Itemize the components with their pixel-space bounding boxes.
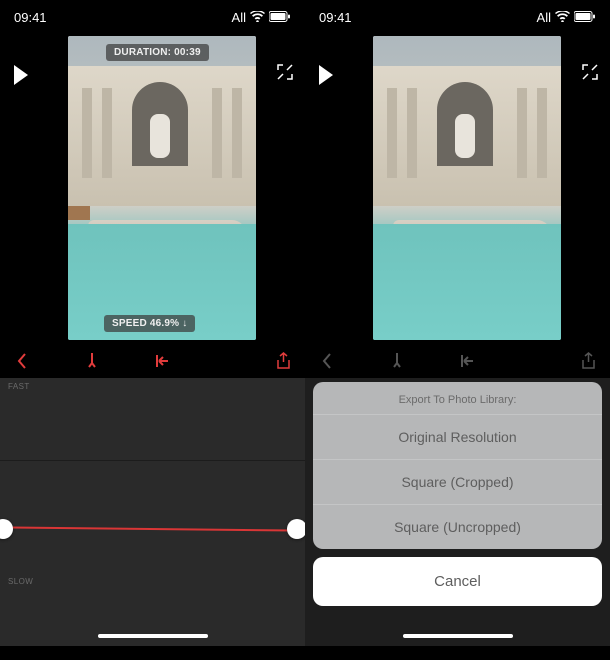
trim-tool-icon[interactable] bbox=[82, 351, 102, 371]
wifi-icon bbox=[250, 10, 265, 25]
export-square-cropped[interactable]: Square (Cropped) bbox=[313, 459, 602, 504]
home-indicator bbox=[98, 634, 208, 638]
status-time: 09:41 bbox=[14, 10, 47, 25]
video-thumbnail[interactable]: DURATION: 00:39 SPEED 46.9% ↓ bbox=[68, 36, 256, 340]
speed-curve[interactable] bbox=[0, 526, 305, 531]
handle-end[interactable] bbox=[287, 519, 305, 539]
expand-icon[interactable] bbox=[277, 64, 293, 85]
phone-right: 09:41 All bbox=[305, 0, 610, 660]
phone-left: 09:41 All bbox=[0, 0, 305, 660]
status-icons: All bbox=[537, 10, 596, 25]
status-bar: 09:41 All bbox=[0, 0, 305, 28]
editor-toolbar bbox=[0, 344, 305, 378]
fast-label: FAST bbox=[8, 382, 30, 391]
wifi-icon bbox=[555, 10, 570, 25]
status-bar: 09:41 All bbox=[305, 0, 610, 28]
back-button[interactable] bbox=[12, 351, 32, 371]
skip-to-start-icon bbox=[457, 351, 477, 371]
expand-icon[interactable] bbox=[582, 64, 598, 85]
home-indicator bbox=[403, 634, 513, 638]
cancel-button[interactable]: Cancel bbox=[313, 557, 602, 606]
export-action-sheet: Export To Photo Library: Original Resolu… bbox=[313, 382, 602, 606]
status-time: 09:41 bbox=[319, 10, 352, 25]
video-thumbnail[interactable] bbox=[373, 36, 561, 340]
export-square-uncropped[interactable]: Square (Uncropped) bbox=[313, 504, 602, 549]
battery-icon bbox=[269, 10, 291, 25]
action-sheet-group: Export To Photo Library: Original Resolu… bbox=[313, 382, 602, 549]
action-sheet-title: Export To Photo Library: bbox=[313, 382, 602, 414]
editor-toolbar bbox=[305, 344, 610, 378]
carrier-label: All bbox=[232, 10, 246, 25]
handle-start[interactable] bbox=[0, 519, 13, 539]
speed-editor[interactable]: FAST SLOW bbox=[0, 378, 305, 646]
share-button[interactable] bbox=[273, 351, 293, 371]
back-button bbox=[317, 351, 337, 371]
play-button[interactable] bbox=[317, 64, 335, 91]
play-button[interactable] bbox=[12, 64, 30, 91]
video-preview-area: DURATION: 00:39 SPEED 46.9% ↓ bbox=[0, 36, 305, 344]
slow-label: SLOW bbox=[8, 577, 33, 586]
battery-icon bbox=[574, 10, 596, 25]
duration-badge: DURATION: 00:39 bbox=[106, 44, 209, 61]
carrier-label: All bbox=[537, 10, 551, 25]
export-original-resolution[interactable]: Original Resolution bbox=[313, 414, 602, 459]
share-button bbox=[578, 351, 598, 371]
speed-badge: SPEED 46.9% ↓ bbox=[104, 315, 195, 332]
skip-to-start-icon[interactable] bbox=[152, 351, 172, 371]
status-icons: All bbox=[232, 10, 291, 25]
trim-tool-icon bbox=[387, 351, 407, 371]
video-preview-area bbox=[305, 36, 610, 344]
